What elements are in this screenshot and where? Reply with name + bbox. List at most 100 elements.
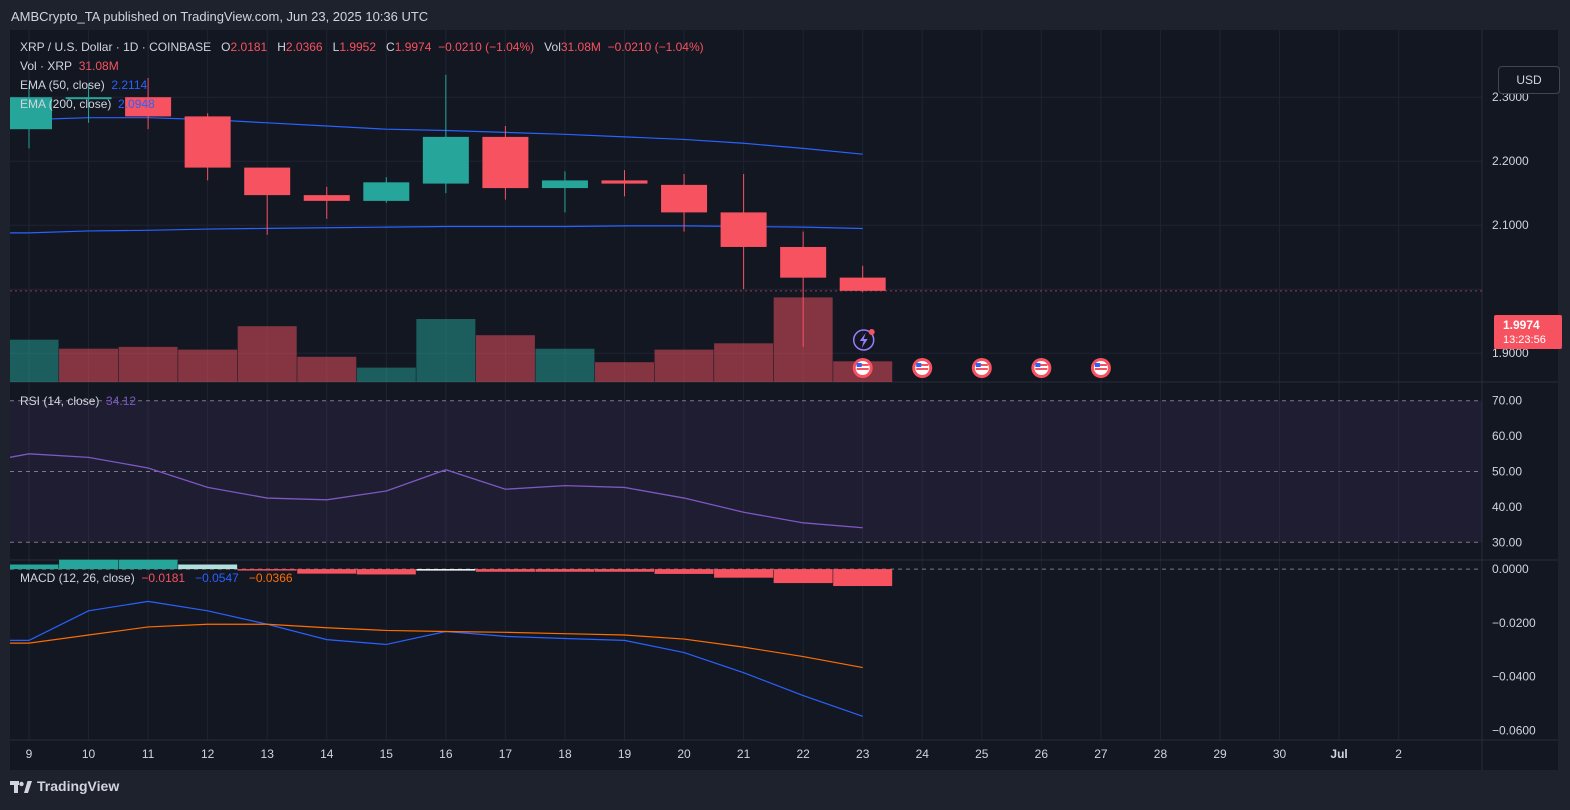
volume-bar: [595, 362, 654, 382]
candle-body[interactable]: [780, 246, 827, 278]
legend-macd-label[interactable]: MACD (12, 26, close): [20, 571, 135, 585]
time-axis-tick-label: 10: [82, 747, 96, 761]
legend-volume: Vol · XRP 31.08M: [20, 59, 119, 73]
time-axis-tick-label: 28: [1154, 747, 1168, 761]
publish-header: AMBCrypto_TA published on TradingView.co…: [0, 0, 1570, 32]
macd-histogram-bar: [773, 569, 833, 584]
candle-body[interactable]: [720, 212, 767, 247]
rsi-axis-tick-label: 50.00: [1492, 465, 1522, 479]
legend-vol-line-label[interactable]: Vol · XRP: [20, 59, 72, 73]
time-axis-tick-label: 26: [1035, 747, 1049, 761]
legend-ema50-label[interactable]: EMA (50, close): [20, 78, 105, 92]
time-axis-tick-label: 22: [796, 747, 810, 761]
legend-macd-signal-value: −0.0547: [195, 571, 239, 585]
macd-axis-tick-label: −0.0200: [1492, 616, 1536, 630]
macd-axis-tick-label: 0.0000: [1492, 562, 1529, 576]
candle-body[interactable]: [661, 184, 708, 213]
legend-c-value: 1.9974: [394, 40, 432, 54]
volume-bar: [237, 326, 297, 382]
last-price-countdown: 13:23:56: [1503, 334, 1546, 346]
legend-symbol[interactable]: XRP / U.S. Dollar · 1D · COINBASE: [20, 40, 211, 54]
footer-brand-text: TradingView: [37, 778, 120, 794]
flag-canton: [975, 363, 981, 367]
macd-histogram-bar: [833, 569, 893, 587]
candle-body[interactable]: [541, 180, 588, 189]
legend-macd: MACD (12, 26, close) −0.0181 −0.0547 −0.…: [20, 571, 293, 585]
last-price-tag: 1.9974 13:23:56: [1494, 315, 1562, 349]
legend-main: XRP / U.S. Dollar · 1D · COINBASE O2.018…: [20, 40, 704, 54]
legend-h-value: 2.0366: [285, 40, 323, 54]
chart-area[interactable]: 2.3000 2.2000 2.1000 1.9000 70.00 60.00 50.00 4…: [10, 30, 1562, 770]
legend-ema50: EMA (50, close) 2.2114: [20, 78, 147, 92]
macd-histogram-bar: [178, 564, 238, 570]
legend-vol-value: 31.08M: [560, 40, 601, 54]
legend-h-label: H: [277, 40, 286, 54]
flag-canton: [1035, 363, 1041, 367]
flag-canton: [856, 363, 862, 367]
legend-vol-line-value: 31.08M: [78, 59, 119, 73]
currency-button[interactable]: USD: [1498, 66, 1560, 94]
legend-rsi: RSI (14, close) 34.12: [20, 394, 136, 408]
volume-bar: [118, 346, 178, 382]
candle-body[interactable]: [601, 180, 648, 184]
time-axis-tick-label: 13: [261, 747, 275, 761]
legend-o-label: O: [221, 40, 231, 54]
legend-o-value: 2.0181: [230, 40, 268, 54]
volume-bar: [654, 349, 714, 382]
flag-stripe: [1035, 368, 1048, 370]
volume-bar: [178, 349, 238, 382]
time-axis-tick-label: 30: [1273, 747, 1287, 761]
time-axis-tick-label: Jul: [1330, 747, 1347, 761]
flag-stripe: [916, 368, 929, 370]
time-axis-tick-label: 14: [320, 747, 334, 761]
macd-histogram-bar: [297, 569, 357, 574]
macd-axis-tick-label: −0.0600: [1492, 724, 1536, 738]
tradingview-logo-icon: [10, 781, 32, 794]
candle-body[interactable]: [184, 116, 231, 168]
legend-macd-hist-value: −0.0366: [248, 571, 293, 585]
footer-brand[interactable]: TradingView: [10, 778, 119, 802]
macd-histogram-bar: [10, 564, 59, 570]
macd-histogram-bar: [475, 569, 535, 572]
time-axis-tick-label: 24: [916, 747, 930, 761]
candle-body[interactable]: [303, 195, 350, 201]
time-axis-tick-label: 16: [439, 747, 453, 761]
flag-canton: [1094, 363, 1100, 367]
legend-vol-change: −0.0210 (−1.04%): [607, 40, 704, 54]
volume-bar: [59, 348, 119, 382]
candle-body[interactable]: [244, 167, 291, 196]
legend-c-label: C: [386, 40, 395, 54]
macd-line: [10, 600, 863, 717]
volume-bar: [535, 348, 595, 382]
volume-bar: [356, 367, 416, 382]
macd-histogram-bar: [654, 569, 714, 574]
candle-body[interactable]: [363, 182, 410, 201]
volume-bar: [714, 343, 774, 382]
macd-histogram-bar: [59, 559, 119, 570]
legend-ema200-label[interactable]: EMA (200, close): [20, 97, 111, 111]
candle-body[interactable]: [839, 277, 886, 291]
legend-rsi-label[interactable]: RSI (14, close): [20, 394, 99, 408]
rsi-axis-tick-label: 70.00: [1492, 394, 1522, 408]
time-axis-tick-label: 11: [142, 747, 155, 761]
time-axis-tick-label: 18: [558, 747, 572, 761]
volume-bar: [297, 356, 357, 382]
lightning-bolt: [859, 333, 868, 348]
candle-body[interactable]: [422, 136, 469, 184]
rsi-axis-tick-label: 60.00: [1492, 429, 1522, 443]
candle-body[interactable]: [482, 136, 529, 189]
time-axis-tick-label: 17: [499, 747, 513, 761]
chart-canvas[interactable]: 2.30002.20002.10001.900070.0060.0050.004…: [10, 30, 1558, 770]
flag-canton: [916, 363, 922, 367]
price-axis-tick-label: 2.2000: [1492, 154, 1529, 168]
time-axis-tick-label: 2: [1395, 747, 1402, 761]
time-axis-tick-label: 20: [677, 747, 691, 761]
time-axis-tick-label: 27: [1094, 747, 1108, 761]
macd-histogram-bar: [416, 569, 476, 571]
flag-stripe: [1094, 368, 1107, 370]
volume-bar: [416, 319, 476, 382]
macd-histogram-bar: [595, 569, 654, 572]
time-axis-tick-label: 9: [26, 747, 33, 761]
volume-bar: [475, 335, 535, 382]
legend-macd-value: −0.0181: [141, 571, 186, 585]
